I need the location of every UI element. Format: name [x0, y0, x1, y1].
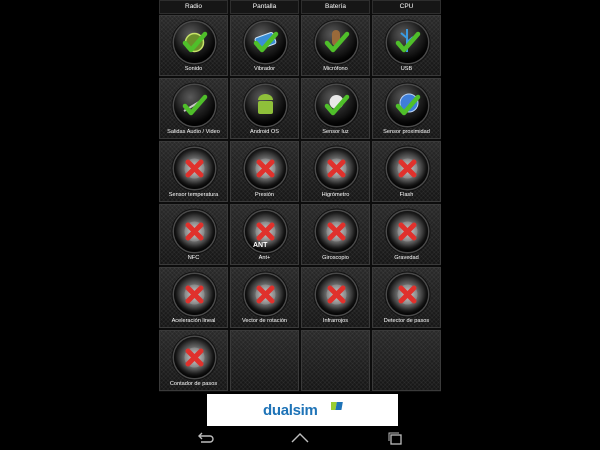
sensor-label: Sensor proximidad — [383, 129, 430, 135]
ant-badge: ANT — [253, 242, 268, 249]
back-icon[interactable] — [195, 430, 215, 446]
sensor-label: Sonido — [184, 66, 203, 72]
sensor-label: Gravedad — [394, 255, 419, 261]
thermometer-x-icon — [174, 148, 215, 189]
sensor-tile-higrometro[interactable]: Higrómetro — [301, 141, 370, 202]
category-tabs: Radio Pantalla Batería CPU — [159, 0, 441, 14]
microphone-check-icon — [316, 22, 357, 63]
sensor-test-app: Radio Pantalla Batería CPU Sonido Vibrado… — [159, 0, 441, 392]
step-counter-x-icon — [174, 337, 215, 378]
flash-x-icon — [387, 148, 428, 189]
sensor-tile-gravedad[interactable]: Gravedad — [372, 204, 441, 265]
usb-check-icon — [387, 22, 428, 63]
sensor-label: Presión — [255, 192, 274, 198]
proximity-check-icon — [387, 85, 428, 126]
pressure-x-icon — [245, 148, 286, 189]
sensor-tile-salidas-audio-video[interactable]: Salidas Audio / Video — [159, 78, 228, 139]
sim-card-icon — [331, 402, 343, 410]
linear-acceleration-x-icon — [174, 274, 215, 315]
light-bulb-check-icon — [316, 85, 357, 126]
tab-radio[interactable]: Radio — [159, 0, 228, 14]
sensor-tile-giroscopio[interactable]: Giroscopio — [301, 204, 370, 265]
sensor-label: Ant+ — [258, 255, 271, 261]
empty-tile — [230, 330, 299, 391]
sensor-tile-infrarrojos[interactable]: Infrarrojos — [301, 267, 370, 328]
sensor-tile-sensor-proximidad[interactable]: Sensor proximidad — [372, 78, 441, 139]
sensor-tile-sonido[interactable]: Sonido — [159, 15, 228, 76]
vibrator-check-icon — [245, 22, 286, 63]
tab-pantalla[interactable]: Pantalla — [230, 0, 299, 14]
nfc-x-icon — [174, 211, 215, 252]
recent-apps-icon[interactable] — [386, 430, 406, 446]
rotation-vector-x-icon — [245, 274, 286, 315]
sensor-label: NFC — [187, 255, 200, 261]
sensor-tile-ant[interactable]: ANT Ant+ — [230, 204, 299, 265]
sensor-tile-usb[interactable]: USB — [372, 15, 441, 76]
sensor-label: Salidas Audio / Video — [167, 129, 220, 135]
sensor-tile-flash[interactable]: Flash — [372, 141, 441, 202]
hygrometer-x-icon — [316, 148, 357, 189]
speaker-check-icon — [174, 22, 215, 63]
tab-cpu[interactable]: CPU — [372, 0, 441, 14]
sensor-tile-detector-de-pasos[interactable]: Detector de pasos — [372, 267, 441, 328]
sensor-label: Infrarrojos — [322, 318, 349, 324]
tab-bateria[interactable]: Batería — [301, 0, 370, 14]
sensor-tile-nfc[interactable]: NFC — [159, 204, 228, 265]
android-navigation-bar — [0, 426, 600, 450]
android-icon — [245, 85, 286, 126]
infrared-x-icon — [316, 274, 357, 315]
sensor-label: Sensor luz — [322, 129, 349, 135]
sensor-tile-android-os[interactable]: Android OS — [230, 78, 299, 139]
empty-tile — [372, 330, 441, 391]
sensor-tile-vibrador[interactable]: Vibrador — [230, 15, 299, 76]
sensor-tile-contador-de-pasos[interactable]: Contador de pasos — [159, 330, 228, 391]
sensor-label: Sensor temperatura — [168, 192, 219, 198]
sensor-label: Flash — [399, 192, 414, 198]
audio-video-check-icon — [174, 85, 215, 126]
empty-tile — [301, 330, 370, 391]
sensor-label: Vibrador — [253, 66, 276, 72]
sensor-tile-sensor-temperatura[interactable]: Sensor temperatura — [159, 141, 228, 202]
sensor-tile-aceleracion-lineal[interactable]: Aceleración lineal — [159, 267, 228, 328]
sensor-label: USB — [400, 66, 413, 72]
sensor-label: Contador de pasos — [169, 381, 218, 387]
sensor-label: Vector de rotación — [241, 318, 288, 324]
gravity-x-icon — [387, 211, 428, 252]
sensor-label: Android OS — [250, 129, 279, 135]
gyroscope-x-icon — [316, 211, 357, 252]
sensor-label: Micrófono — [323, 66, 348, 72]
sensor-label: Detector de pasos — [383, 318, 430, 324]
step-detector-x-icon — [387, 274, 428, 315]
sensor-label: Giroscopio — [322, 255, 349, 261]
sensor-tile-microfono[interactable]: Micrófono — [301, 15, 370, 76]
home-icon[interactable] — [290, 430, 310, 446]
sensor-tile-sensor-luz[interactable]: Sensor luz — [301, 78, 370, 139]
dualsim-ad-banner[interactable]: dualsim — [207, 394, 398, 426]
sensor-label: Aceleración lineal — [171, 318, 216, 324]
sensor-label: Higrómetro — [321, 192, 350, 198]
dualsim-logo: dualsim — [263, 402, 318, 419]
sensor-tile-vector-de-rotacion[interactable]: Vector de rotación — [230, 267, 299, 328]
sensor-tile-presion[interactable]: Presión — [230, 141, 299, 202]
